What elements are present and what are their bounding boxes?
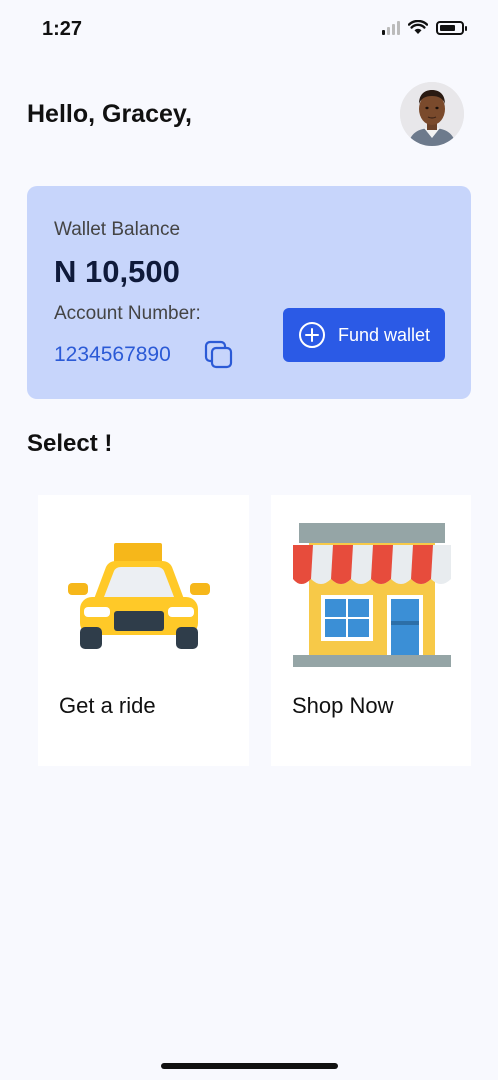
account-number-label: Account Number: [54, 303, 201, 324]
get-a-ride-card[interactable]: Get a ride [38, 495, 249, 766]
shop-now-card[interactable]: Shop Now [271, 495, 471, 766]
wifi-icon [408, 20, 428, 34]
get-a-ride-label: Get a ride [59, 693, 156, 718]
storefront-icon [293, 523, 451, 667]
home-indicator[interactable] [161, 1063, 338, 1069]
status-icons [382, 20, 467, 35]
status-time: 1:27 [42, 18, 83, 40]
battery-level [440, 24, 455, 31]
wallet-card: Wallet Balance N 10,500 Account Number: … [27, 186, 471, 399]
wallet-balance-amount: N 10,500 [54, 254, 180, 289]
battery-icon [436, 20, 467, 35]
wallet-balance-label: Wallet Balance [54, 219, 181, 240]
fund-wallet-button[interactable]: Fund wallet [283, 308, 445, 362]
taxi-icon [68, 543, 210, 649]
shop-now-label: Shop Now [292, 693, 394, 718]
fund-wallet-label: Fund wallet [337, 324, 431, 345]
cellular-signal-icon [382, 20, 400, 35]
avatar[interactable] [400, 82, 464, 146]
copy-icon[interactable] [204, 340, 234, 370]
profile-photo [400, 82, 464, 146]
greeting-text: Hello, Gracey, [27, 100, 192, 128]
status-bar: 1:27 [0, 0, 498, 60]
section-title: Select ! [27, 430, 113, 457]
plus-circle-icon [298, 322, 325, 348]
account-number-value: 1234567890 [54, 343, 171, 366]
